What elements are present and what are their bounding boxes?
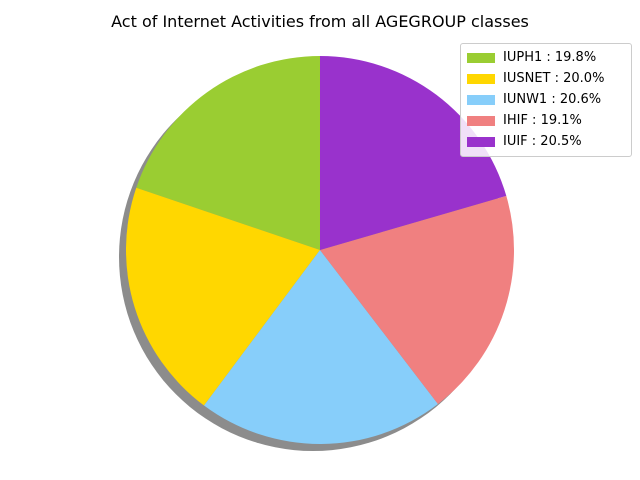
legend-swatch [467, 94, 495, 105]
legend-label: IUIF : 20.5% [503, 134, 582, 149]
legend-swatch [467, 52, 495, 63]
legend-swatch [467, 115, 495, 126]
legend: IUPH1 : 19.8% IUSNET : 20.0% IUNW1 : 20.… [460, 43, 632, 157]
legend-swatch [467, 73, 495, 84]
legend-label: IUNW1 : 20.6% [503, 92, 602, 107]
legend-label: IUSNET : 20.0% [503, 71, 605, 86]
legend-item: IUSNET : 20.0% [467, 68, 625, 89]
legend-item: IHIF : 19.1% [467, 110, 625, 131]
legend-swatch [467, 136, 495, 147]
legend-item: IUIF : 20.5% [467, 131, 625, 152]
legend-label: IHIF : 19.1% [503, 113, 582, 128]
legend-item: IUPH1 : 19.8% [467, 47, 625, 68]
legend-label: IUPH1 : 19.8% [503, 50, 597, 65]
legend-item: IUNW1 : 20.6% [467, 89, 625, 110]
